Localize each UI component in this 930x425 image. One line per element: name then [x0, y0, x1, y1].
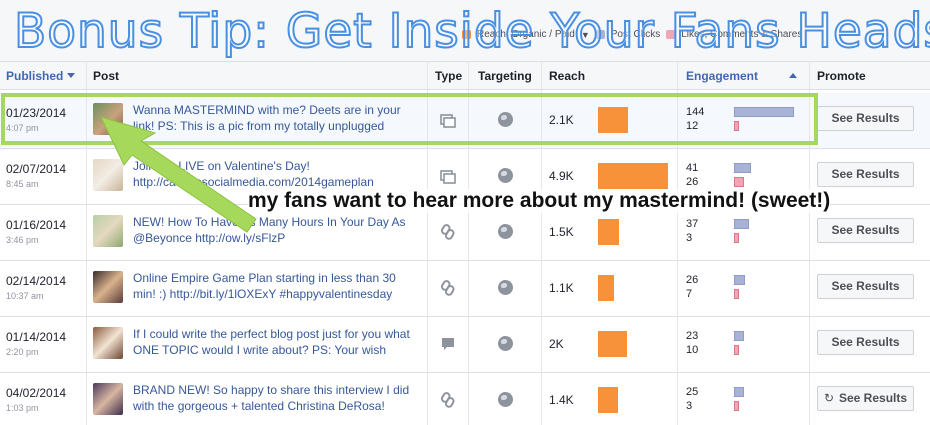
see-results-label: See Results	[831, 167, 900, 181]
reach-bar	[598, 163, 668, 189]
see-results-button[interactable]: See Results	[817, 106, 914, 131]
link-icon	[440, 280, 456, 296]
globe-icon	[498, 392, 513, 407]
post-clicks-count: 41	[686, 162, 699, 174]
see-results-label: See Results	[831, 335, 900, 349]
post-link[interactable]: BRAND NEW! So happy to share this interv…	[133, 382, 418, 416]
likes-count: 10	[686, 344, 699, 356]
reach-value: 2K	[549, 337, 564, 351]
globe-icon	[498, 280, 513, 295]
see-results-button[interactable]: See Results	[817, 218, 914, 243]
post-thumbnail[interactable]	[93, 159, 123, 191]
likes-count: 26	[686, 176, 699, 188]
see-results-label: See Results	[831, 111, 900, 125]
published-time: 10:37 am	[6, 291, 44, 301]
column-post[interactable]: Post	[93, 69, 119, 83]
table-row[interactable]: 01/16/2014 3:46 pm NEW! How To Have As M…	[0, 205, 930, 261]
reach-bar	[598, 387, 618, 413]
post-thumbnail[interactable]	[93, 383, 123, 415]
likes-count: 7	[686, 288, 693, 300]
reach-value: 1.4K	[549, 393, 574, 407]
post-link[interactable]: NEW! How To Have As Many Hours In Your D…	[133, 214, 418, 248]
globe-icon	[498, 336, 513, 351]
table-row[interactable]: 02/14/2014 10:37 am Online Empire Game P…	[0, 261, 930, 317]
post-thumbnail[interactable]	[93, 215, 123, 247]
post-clicks-bar	[734, 163, 751, 173]
see-results-label: See Results	[831, 279, 900, 293]
post-link[interactable]: Online Empire Game Plan starting in less…	[133, 270, 418, 304]
post-clicks-count: 37	[686, 218, 699, 230]
published-time: 3:46 pm	[6, 235, 39, 245]
likes-bar	[734, 401, 739, 411]
column-published[interactable]: Published	[6, 69, 76, 83]
annotation-text: my fans want to hear more about my maste…	[248, 189, 831, 213]
table-row[interactable]: 01/14/2014 2:20 pm If I could write the …	[0, 317, 930, 373]
sort-down-icon	[67, 73, 76, 78]
likes-count: 3	[686, 400, 693, 412]
published-date: 02/14/2014	[6, 274, 67, 288]
published-date: 02/07/2014	[6, 162, 67, 176]
post-clicks-count: 26	[686, 274, 699, 286]
see-results-label: See Results	[839, 391, 908, 405]
overlay-headline: Bonus Tip: Get Inside Your Fans Heads	[13, 3, 930, 60]
published-label: Published	[6, 69, 64, 83]
column-promote[interactable]: Promote	[817, 69, 866, 83]
likes-bar	[734, 233, 739, 243]
globe-icon	[498, 224, 513, 239]
reach-bar	[598, 219, 619, 245]
refresh-icon: ↻	[823, 391, 834, 405]
sort-up-icon[interactable]	[789, 69, 797, 83]
album-icon	[440, 168, 456, 184]
likes-bar	[734, 177, 744, 187]
likes-count: 3	[686, 232, 693, 244]
post-link[interactable]: Join me LIVE on Valentine's Day! http://…	[133, 158, 418, 192]
published-date: 04/02/2014	[6, 386, 67, 400]
post-thumbnail[interactable]	[93, 327, 123, 359]
post-clicks-bar	[734, 275, 745, 285]
published-date: 01/14/2014	[6, 330, 67, 344]
status-icon	[440, 336, 456, 352]
likes-bar	[734, 345, 739, 355]
published-time: 8:45 am	[6, 179, 39, 189]
post-link[interactable]: If I could write the perfect blog post j…	[133, 326, 418, 360]
highlight-box	[1, 93, 818, 145]
post-thumbnail[interactable]	[93, 271, 123, 303]
column-targeting[interactable]: Targeting	[478, 69, 532, 83]
link-icon	[440, 392, 456, 408]
reach-value: 1.5K	[549, 225, 574, 239]
reach-bar	[598, 331, 627, 357]
reach-bar	[598, 275, 614, 301]
see-results-button[interactable]: See Results	[817, 274, 914, 299]
table-row[interactable]: 04/02/2014 1:03 pm BRAND NEW! So happy t…	[0, 373, 930, 425]
column-type[interactable]: Type	[435, 69, 462, 83]
published-date: 01/16/2014	[6, 218, 67, 232]
column-reach[interactable]: Reach	[549, 69, 585, 83]
published-time: 1:03 pm	[6, 403, 39, 413]
see-results-label: See Results	[831, 223, 900, 237]
see-results-button[interactable]: ↻ See Results	[817, 386, 914, 411]
post-clicks-bar	[734, 387, 744, 397]
see-results-button[interactable]: See Results	[817, 330, 914, 355]
globe-icon	[498, 168, 513, 183]
post-clicks-count: 23	[686, 330, 699, 342]
column-engagement[interactable]: Engagement	[686, 69, 758, 83]
reach-value: 1.1K	[549, 281, 574, 295]
post-clicks-count: 25	[686, 386, 699, 398]
table-header: Published Post Type Targeting Reach Enga…	[0, 62, 930, 90]
see-results-button[interactable]: See Results	[817, 162, 914, 187]
post-clicks-bar	[734, 219, 749, 229]
likes-bar	[734, 289, 739, 299]
published-time: 2:20 pm	[6, 347, 39, 357]
link-icon	[440, 224, 456, 240]
reach-value: 4.9K	[549, 169, 574, 183]
post-clicks-bar	[734, 331, 744, 341]
